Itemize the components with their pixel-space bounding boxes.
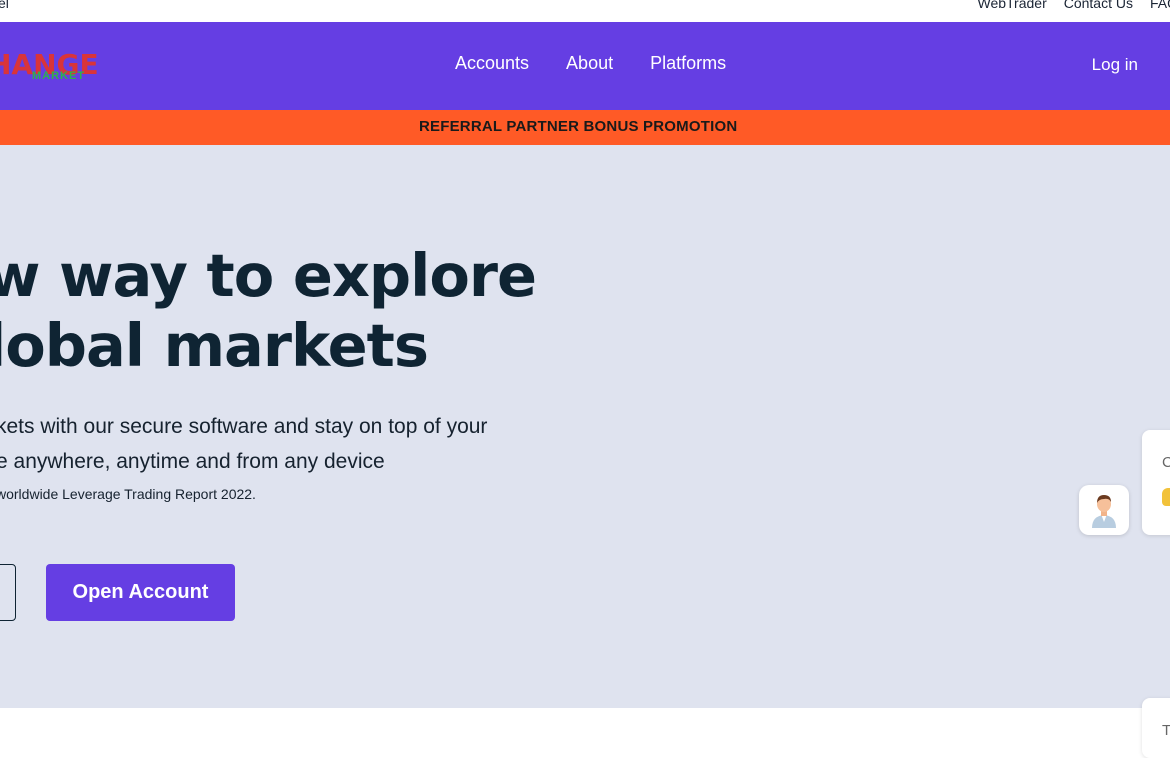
secondary-button[interactable] xyxy=(0,564,16,621)
top-links: WebTrader Contact Us FAQ xyxy=(977,0,1170,11)
nav-menu: Accounts About Platforms xyxy=(455,53,726,74)
main-navbar: HANGE MARKET Accounts About Platforms Lo… xyxy=(0,22,1170,110)
chat-bubble-text: C xyxy=(1162,454,1170,471)
hero-title-line-2: lobal markets xyxy=(0,311,429,380)
nav-item-about[interactable]: About xyxy=(566,53,613,74)
top-link-cut[interactable]: el xyxy=(0,0,9,11)
webtrader-link[interactable]: WebTrader xyxy=(977,0,1046,11)
wave-hand-icon xyxy=(1162,488,1170,506)
nav-item-accounts[interactable]: Accounts xyxy=(455,53,529,74)
hero-note: worldwide Leverage Trading Report 2022. xyxy=(0,486,256,502)
hero-title-line-1: w way to explore xyxy=(0,241,537,310)
top-utility-bar: el WebTrader Contact Us FAQ xyxy=(0,0,1170,22)
login-link[interactable]: Log in xyxy=(1092,55,1138,75)
open-account-button[interactable]: Open Account xyxy=(46,564,235,621)
site-logo[interactable]: HANGE MARKET xyxy=(0,48,99,84)
hero-subtitle-line-2: e anywhere, anytime and from any device xyxy=(0,450,385,473)
hero-subtitle-line-1: kets with our secure software and stay o… xyxy=(0,415,488,438)
chat-bubble-secondary[interactable]: T xyxy=(1142,698,1170,758)
promo-text: REFERRAL PARTNER BONUS PROMOTION xyxy=(419,118,738,135)
logo-sub-text: MARKET xyxy=(32,70,86,82)
promo-banner[interactable]: REFERRAL PARTNER BONUS PROMOTION xyxy=(0,110,1170,145)
chat-avatar[interactable] xyxy=(1079,485,1129,535)
nav-item-platforms[interactable]: Platforms xyxy=(650,53,726,74)
faq-link[interactable]: FAQ xyxy=(1150,0,1170,11)
chat-bubble-secondary-text: T xyxy=(1162,722,1170,739)
contact-us-link[interactable]: Contact Us xyxy=(1064,0,1133,11)
hero-subtitle: kets with our secure software and stay o… xyxy=(0,409,487,479)
hero-title: w way to explore lobal markets xyxy=(0,241,537,381)
chat-bubble[interactable]: C xyxy=(1142,430,1170,535)
support-agent-icon xyxy=(1092,495,1116,528)
hero-section: w way to explore lobal markets kets with… xyxy=(0,145,1170,708)
